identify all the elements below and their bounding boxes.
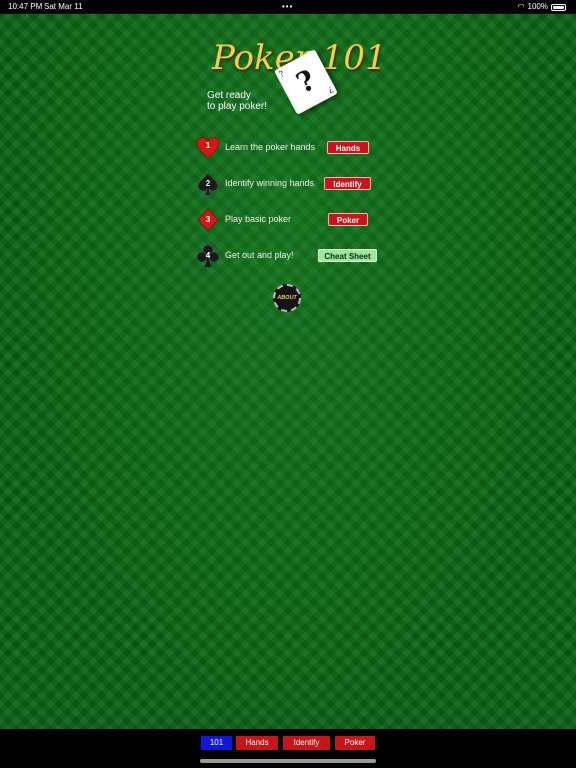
cheat-sheet-button[interactable]: Cheat Sheet <box>318 249 377 262</box>
step-label: Identify winning hands <box>225 178 315 188</box>
step-2: 2 Identify winning hands Identify <box>196 172 396 196</box>
step-1: 1 Learn the poker hands Hands <box>196 136 396 160</box>
step-number: 2 <box>205 179 211 188</box>
more-dots-icon: ••• <box>282 2 294 11</box>
step-label: Get out and play! <box>225 250 294 260</box>
step-label: Play basic poker <box>225 214 292 224</box>
about-chip-button[interactable]: ABOUT <box>273 284 301 312</box>
status-bar: 10:47 PM Sat Mar 11 ••• ◠ 100% <box>0 0 576 14</box>
battery-percent: 100% <box>527 2 548 11</box>
step-label: Learn the poker hands <box>225 142 316 152</box>
step-number: 1 <box>205 141 211 150</box>
hands-button[interactable]: Hands <box>327 141 369 154</box>
step-4: 4 Get out and play! Cheat Sheet <box>196 244 396 268</box>
poker-button[interactable]: Poker <box>328 213 368 226</box>
tab-hands[interactable]: Hands <box>236 736 278 750</box>
step-number: 3 <box>205 215 211 224</box>
tagline-line-2: to play poker! <box>207 101 268 112</box>
battery-icon <box>551 3 566 11</box>
tagline: Get ready to play poker! <box>207 90 267 112</box>
step-3: 3 Play basic poker Poker <box>196 208 396 232</box>
status-right: ◠ 100% <box>518 0 566 14</box>
step-number: 4 <box>205 251 211 260</box>
identify-button[interactable]: Identify <box>324 177 371 190</box>
wifi-icon: ◠ <box>517 2 525 11</box>
tab-bar: 101 Hands Identify Poker <box>0 729 576 768</box>
tab-101[interactable]: 101 <box>201 736 232 750</box>
tab-identify[interactable]: Identify <box>283 736 330 750</box>
home-indicator[interactable] <box>200 759 376 763</box>
about-label: ABOUT <box>277 295 297 301</box>
tab-poker[interactable]: Poker <box>335 736 375 750</box>
status-date: Sat Mar 11 <box>44 2 83 11</box>
tagline-line-1: Get ready <box>207 90 251 101</box>
status-time: 10:47 PM <box>8 2 43 11</box>
